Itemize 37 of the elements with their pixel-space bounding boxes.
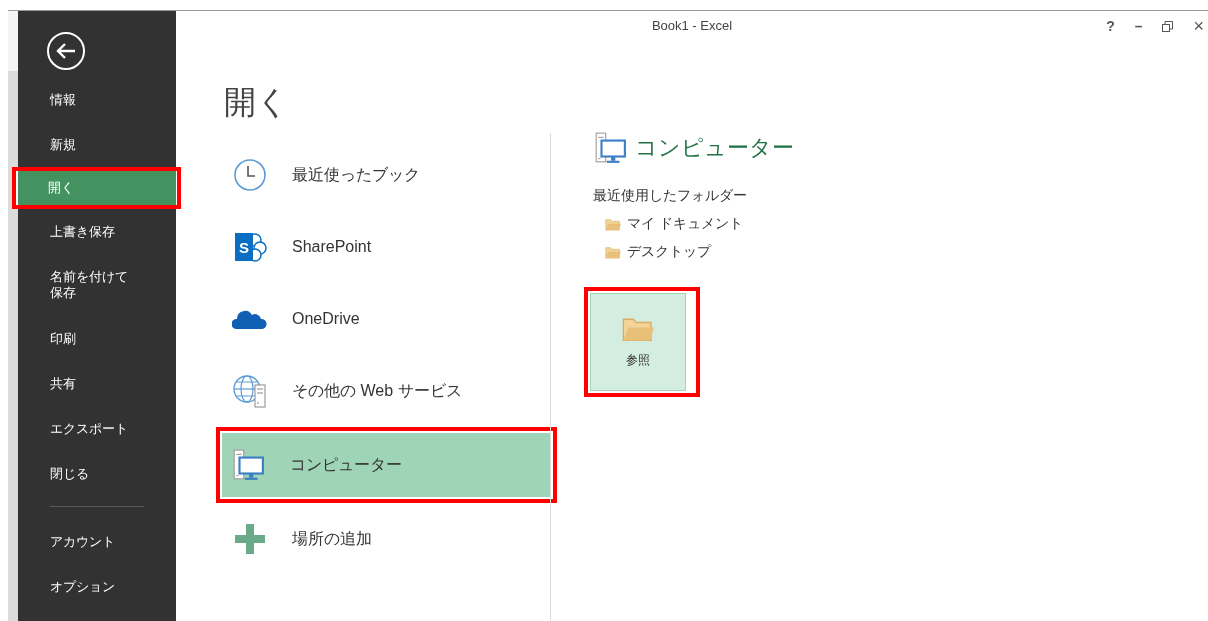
location-item[interactable]: コンピューター [222,433,551,497]
section-title: コンピューター [635,134,794,162]
sidebar-item[interactable]: 閉じる [18,451,176,496]
location-item[interactable]: S SharePoint [224,215,550,279]
restore-icon[interactable] [1162,20,1174,32]
location-item[interactable]: OneDrive [224,287,550,351]
location-item[interactable]: その他の Web サービス [224,359,550,423]
location-item[interactable]: 最近使ったブック [224,143,550,207]
folder-item[interactable]: デスクトップ [605,243,794,261]
computer-icon [593,131,627,165]
sidebar-item[interactable]: 情報 [18,77,176,122]
page-heading: 開く [224,83,290,122]
folder-item[interactable]: マイ ドキュメント [605,215,794,233]
folder-icon [605,245,621,259]
section-label: 最近使用したフォルダー [593,187,748,205]
plus-icon [234,523,266,555]
sidebar-item[interactable]: オプション [18,564,176,609]
browse-button[interactable]: 参照 [590,293,686,391]
window-title: Book1 - Excel [651,18,733,33]
sidebar-item[interactable]: 名前を付けて保存 [18,254,176,316]
sidebar-item[interactable]: 新規 [18,122,176,167]
clock-icon [233,158,267,192]
sidebar-item[interactable]: アカウント [18,519,176,564]
computer-icon [231,448,265,482]
sidebar-item[interactable]: 上書き保存 [18,209,176,254]
sidebar-item[interactable]: 印刷 [18,316,176,361]
close-button[interactable]: × [1193,15,1204,37]
back-icon[interactable] [46,31,86,71]
sidebar-item[interactable]: 共有 [18,361,176,406]
minimize-button[interactable]: – [1134,18,1143,34]
cloud-icon [232,308,268,330]
sidebar-item[interactable]: エクスポート [18,406,176,451]
help-button[interactable]: ? [1106,18,1115,34]
location-item[interactable]: 場所の追加 [224,507,550,571]
folder-icon [605,217,621,231]
sidebar-item[interactable]: 開く [18,171,176,205]
globe-server-icon [232,373,268,409]
